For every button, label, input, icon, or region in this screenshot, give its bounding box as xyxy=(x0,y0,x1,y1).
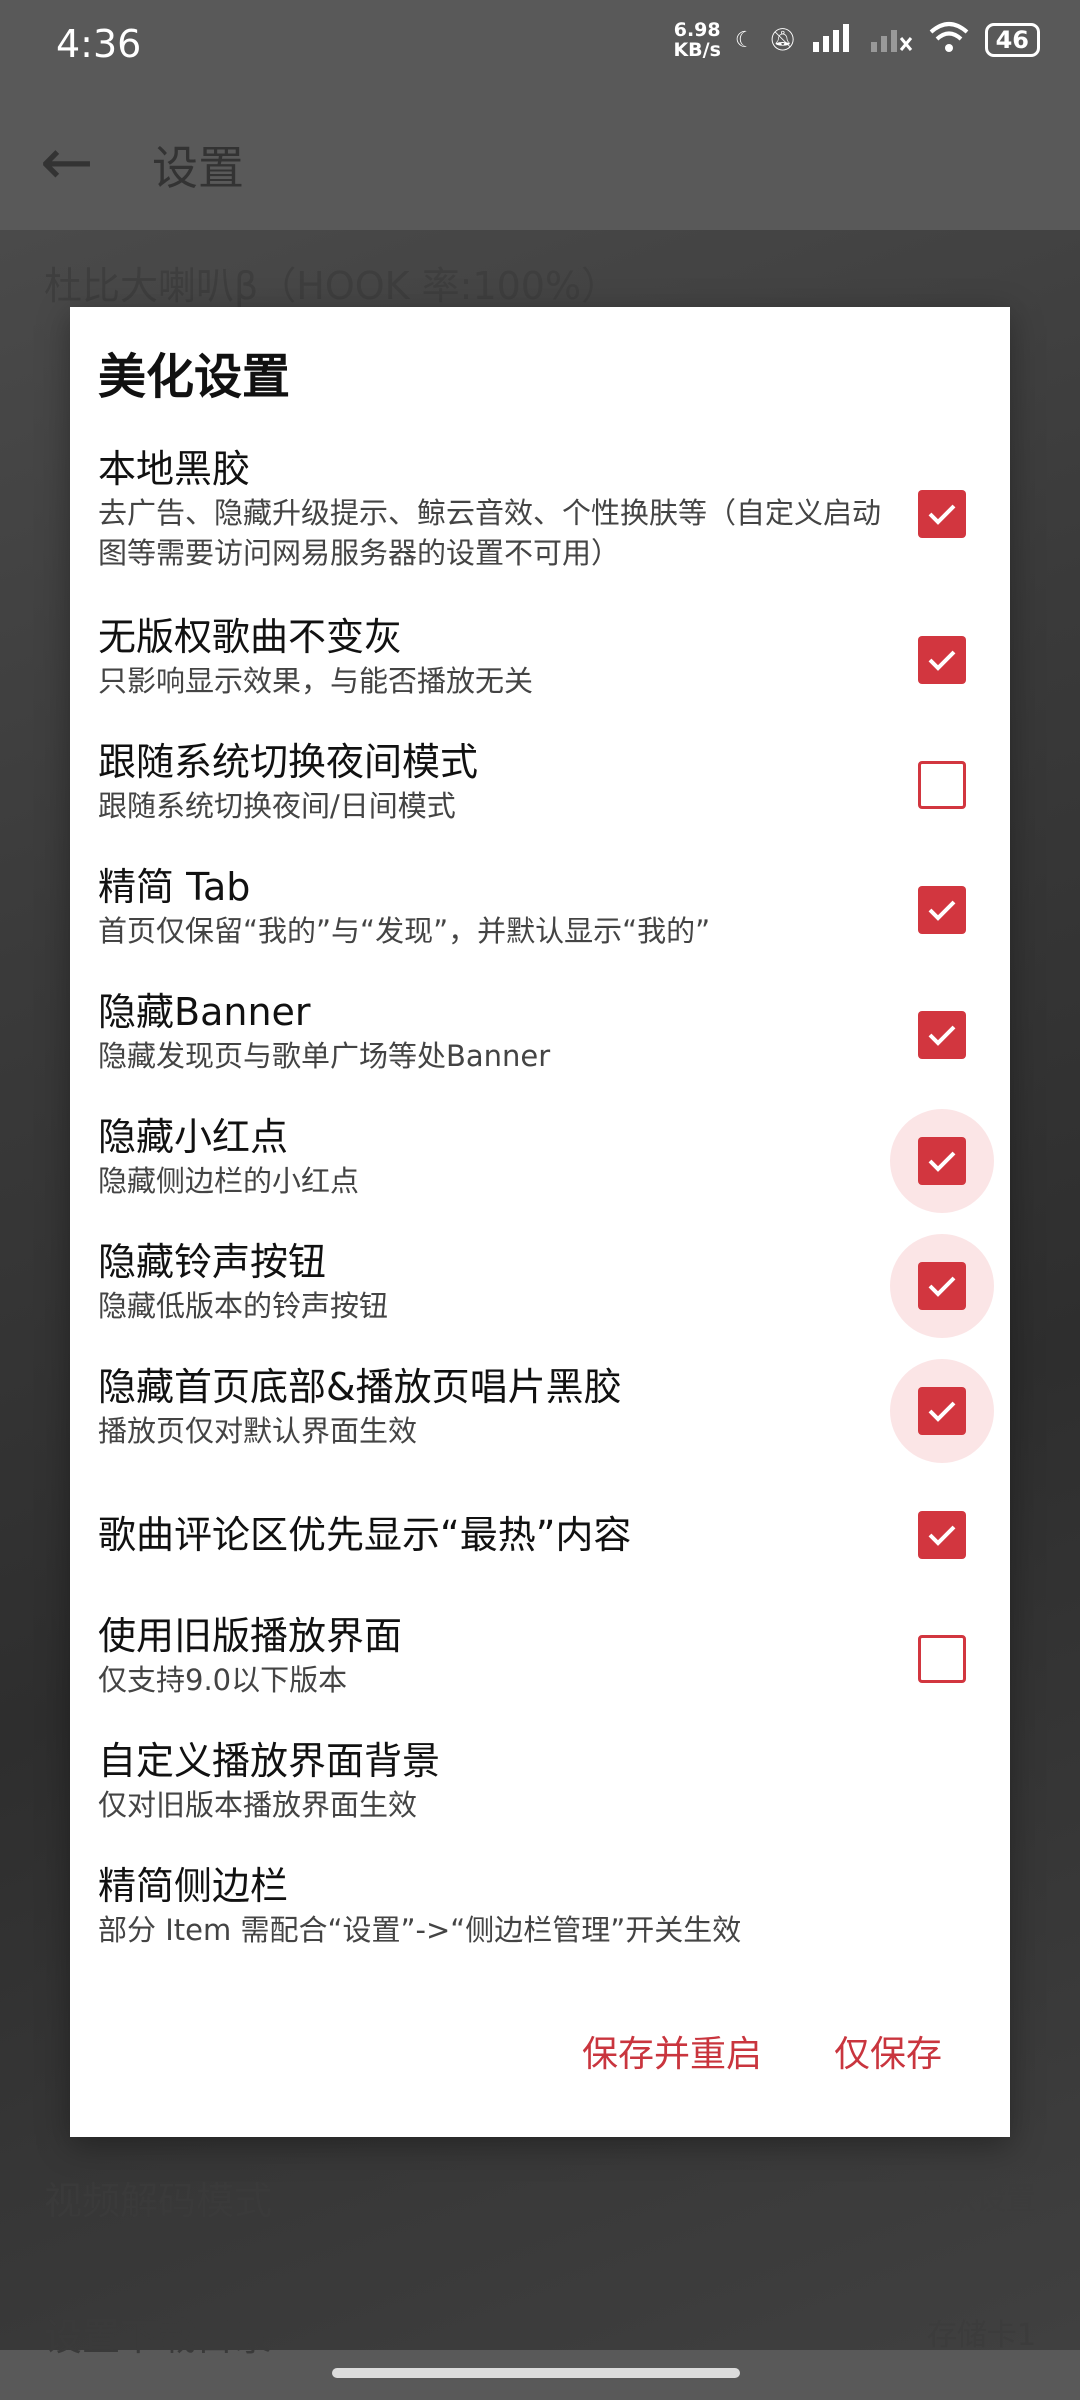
option-title: 自定义播放界面背景 xyxy=(98,1739,441,1783)
signal-x-icon xyxy=(869,22,913,58)
checkbox-old-player[interactable] xyxy=(918,1635,966,1683)
battery-icon: 46 xyxy=(984,23,1040,57)
option-subtitle: 跟随系统切换夜间/日间模式 xyxy=(98,789,456,823)
option-simplify-tab[interactable]: 精简 Tab 首页仅保留“我的”与“发现”，并默认显示“我的” xyxy=(98,863,982,951)
check-icon xyxy=(928,900,956,921)
option-old-player[interactable]: 使用旧版播放界面 仅支持9.0以下版本 xyxy=(98,1612,982,1700)
check-icon xyxy=(928,504,956,525)
option-subtitle: 首页仅保留“我的”与“发现”，并默认显示“我的” xyxy=(98,914,711,948)
option-subtitle: 隐藏发现页与歌单广场等处Banner xyxy=(98,1039,551,1073)
option-title: 隐藏小红点 xyxy=(98,1115,289,1159)
option-custom-player-bg[interactable]: 自定义播放界面背景 仅对旧版本播放界面生效 xyxy=(98,1737,982,1825)
wifi-icon xyxy=(927,20,971,60)
option-title: 隐藏Banner xyxy=(98,990,311,1034)
dialog-title: 美化设置 xyxy=(98,349,291,405)
option-title: 隐藏铃声按钮 xyxy=(98,1240,327,1284)
option-subtitle: 播放页仅对默认界面生效 xyxy=(98,1414,418,1448)
checkbox-no-gray-songs[interactable] xyxy=(918,636,966,684)
signal-icon xyxy=(811,22,855,58)
bg-row-download-dir-value: 存储卡1 xyxy=(926,2318,1036,2353)
checkbox-follow-night-mode[interactable] xyxy=(918,761,966,809)
option-title: 精简侧边栏 xyxy=(98,1864,289,1908)
option-no-gray-songs[interactable]: 无版权歌曲不变灰 只影响显示效果，与能否播放无关 xyxy=(98,613,982,701)
status-time: 4:36 xyxy=(56,22,142,66)
check-icon xyxy=(928,1401,956,1422)
check-icon xyxy=(928,1525,956,1546)
bg-row-download-dir[interactable]: 设置下载目录 xyxy=(44,2306,272,2361)
option-simplify-sidebar[interactable]: 精简侧边栏 部分 Item 需配合“设置”->“侧边栏管理”开关生效 xyxy=(98,1862,982,1950)
check-icon xyxy=(928,1025,956,1046)
back-arrow-icon[interactable]: ← xyxy=(40,126,94,200)
option-title: 本地黑胶 xyxy=(98,447,251,491)
option-hide-bottom-vinyl[interactable]: 隐藏首页底部&播放页唱片黑胶 播放页仅对默认界面生效 xyxy=(98,1363,982,1451)
bg-row-dolby[interactable]: 杜比大喇叭β（HOOK 率:100%） xyxy=(44,255,619,310)
app-bar: ← 设置 xyxy=(0,110,1080,210)
option-subtitle: 只影响显示效果，与能否播放无关 xyxy=(98,664,534,698)
option-title: 跟随系统切换夜间模式 xyxy=(98,740,479,784)
save-and-restart-button[interactable]: 保存并重启 xyxy=(582,2025,762,2077)
option-subtitle: 去广告、隐藏升级提示、鲸云音效、个性换肤等（自定义启动图等需要访问网易服务器的设… xyxy=(98,496,882,570)
bg-row-video-decode[interactable]: 视频解码模式 xyxy=(44,2170,272,2225)
option-title: 使用旧版播放界面 xyxy=(98,1614,403,1658)
checkbox-hide-bottom-vinyl[interactable] xyxy=(918,1387,966,1435)
check-icon xyxy=(928,1151,956,1172)
checkbox-simplify-tab[interactable] xyxy=(918,886,966,934)
checkbox-hide-ringtone[interactable] xyxy=(918,1262,966,1310)
option-follow-night-mode[interactable]: 跟随系统切换夜间模式 跟随系统切换夜间/日间模式 xyxy=(98,738,982,826)
option-subtitle: 部分 Item 需配合“设置”->“侧边栏管理”开关生效 xyxy=(98,1913,742,1947)
page-title: 设置 xyxy=(152,141,244,195)
option-title: 歌曲评论区优先显示“最热”内容 xyxy=(98,1513,632,1557)
status-icons: 6.98 KB/s ☾ 🔕︎ 46 xyxy=(673,20,1040,60)
option-title: 隐藏首页底部&播放页唱片黑胶 xyxy=(98,1365,622,1409)
bell-muted-icon: 🔕︎ xyxy=(768,27,797,53)
option-subtitle: 仅对旧版本播放界面生效 xyxy=(98,1788,418,1822)
save-only-button[interactable]: 仅保存 xyxy=(834,2025,942,2077)
option-hide-red-dot[interactable]: 隐藏小红点 隐藏侧边栏的小红点 xyxy=(98,1113,982,1201)
bg-row-video-decode-value: 默认设置 xyxy=(916,2182,1036,2217)
beautify-settings-dialog: 美化设置 本地黑胶 去广告、隐藏升级提示、鲸云音效、个性换肤等（自定义启动图等需… xyxy=(70,307,1010,2137)
check-icon xyxy=(928,1276,956,1297)
option-hide-ringtone[interactable]: 隐藏铃声按钮 隐藏低版本的铃声按钮 xyxy=(98,1238,982,1326)
checkbox-hide-banner[interactable] xyxy=(918,1011,966,1059)
home-indicator[interactable] xyxy=(332,2368,740,2378)
option-hot-comments-first[interactable]: 歌曲评论区优先显示“最热”内容 xyxy=(98,1511,982,1559)
option-subtitle: 隐藏侧边栏的小红点 xyxy=(98,1164,360,1198)
status-bar: 4:36 6.98 KB/s ☾ 🔕︎ 46 xyxy=(0,0,1080,95)
option-subtitle: 仅支持9.0以下版本 xyxy=(98,1663,348,1697)
option-hide-banner[interactable]: 隐藏Banner 隐藏发现页与歌单广场等处Banner xyxy=(98,988,982,1076)
check-icon xyxy=(928,650,956,671)
option-title: 精简 Tab xyxy=(98,865,251,909)
checkbox-hot-comments-first[interactable] xyxy=(918,1511,966,1559)
option-title: 无版权歌曲不变灰 xyxy=(98,615,403,659)
option-subtitle: 隐藏低版本的铃声按钮 xyxy=(98,1289,389,1323)
net-speed: 6.98 KB/s xyxy=(673,19,721,61)
option-local-vinyl[interactable]: 本地黑胶 去广告、隐藏升级提示、鲸云音效、个性换肤等（自定义启动图等需要访问网易… xyxy=(98,445,982,573)
checkbox-hide-red-dot[interactable] xyxy=(918,1137,966,1185)
moon-icon: ☾ xyxy=(734,27,755,53)
checkbox-local-vinyl[interactable] xyxy=(918,490,966,538)
